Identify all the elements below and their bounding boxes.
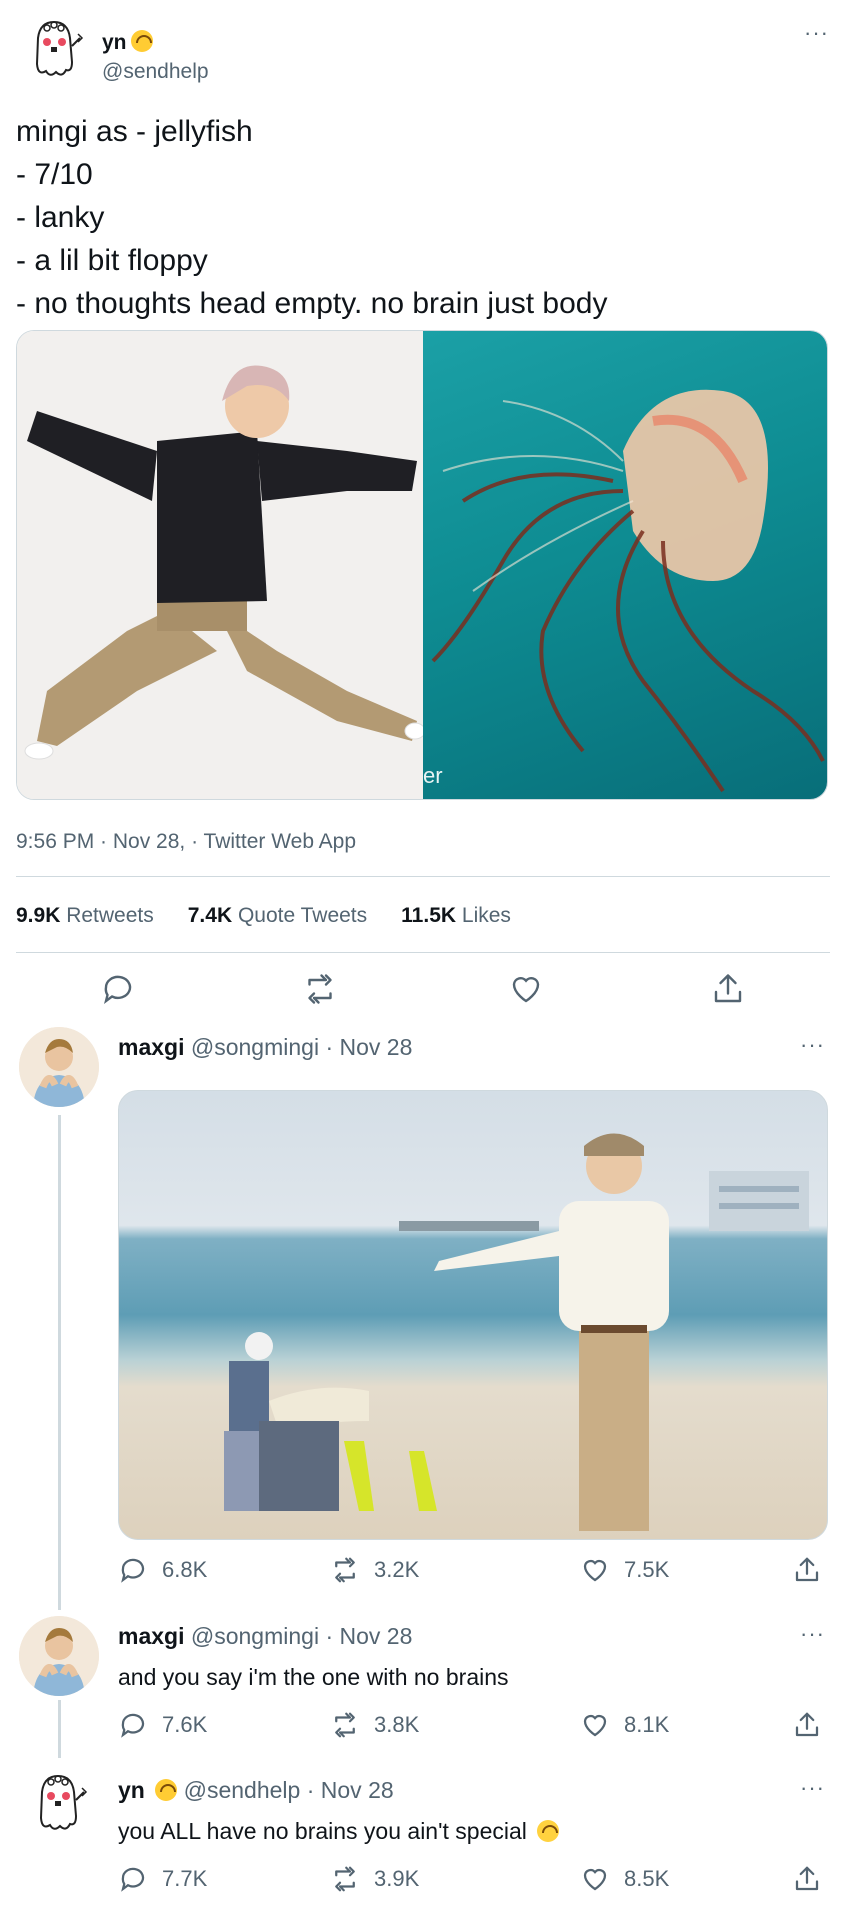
retweet-icon [330, 1555, 360, 1585]
reply-author-handle[interactable]: @songmingi [191, 1034, 319, 1060]
more-options-icon[interactable]: ··· [800, 1777, 825, 1799]
quote-tweets-count: 7.4K [187, 904, 233, 927]
tweet-stats: 9.9K Retweets 7.4K Quote Tweets 11.5K Li… [16, 904, 511, 928]
retweet-button[interactable]: 3.2K [330, 1555, 419, 1585]
reply-date[interactable]: · Nov 28 [325, 1034, 412, 1060]
beach-scene-illustration [224, 1133, 809, 1531]
author-handle[interactable]: @sendhelp [102, 60, 209, 84]
retweet-button[interactable]: 3.9K [330, 1864, 419, 1894]
retweets-stat[interactable]: 9.9K Retweets [16, 904, 154, 928]
divider [16, 952, 830, 953]
retweet-count: 3.9K [374, 1866, 420, 1891]
retweet-icon[interactable] [302, 971, 338, 1007]
ghost-avatar-icon [24, 1770, 90, 1836]
like-button[interactable]: 7.5K [580, 1555, 669, 1585]
like-count: 8.1K [624, 1712, 670, 1737]
reply-button[interactable]: 7.7K [118, 1864, 207, 1894]
share-icon [792, 1864, 822, 1894]
reply-count: 7.6K [162, 1712, 208, 1737]
upside-down-face-emoji-icon [130, 30, 153, 52]
reply-icon [118, 1710, 148, 1740]
tweet-media-grid[interactable]: er [16, 330, 828, 800]
author-name[interactable]: yn [102, 30, 153, 55]
reply-count: 6.8K [162, 1557, 208, 1582]
reply-text: you ALL have no brains you ain't special [118, 1818, 527, 1844]
reply-action-bar: 7.7K 3.9K 8.5K [118, 1864, 830, 1904]
like-count: 8.5K [624, 1866, 670, 1891]
likes-label: Likes [461, 904, 511, 927]
reply-text: and you say i'm the one with no brains [118, 1664, 509, 1690]
profile-photo-avatar-icon [19, 1616, 99, 1696]
retweet-icon [330, 1864, 360, 1894]
retweets-label: Retweets [66, 904, 154, 927]
ghost-avatar-icon [20, 16, 86, 82]
person-jumping-illustration [17, 331, 426, 799]
share-button[interactable] [792, 1555, 822, 1585]
like-button[interactable]: 8.5K [580, 1864, 669, 1894]
reply-avatar[interactable] [19, 1616, 99, 1696]
reply-author-name[interactable]: yn [118, 1777, 145, 1803]
reply-author-name[interactable]: maxgi [118, 1034, 184, 1060]
upside-down-face-emoji-icon [155, 1779, 178, 1801]
jellyfish-illustration [431, 389, 825, 793]
share-button[interactable] [792, 1864, 822, 1894]
retweets-count: 9.9K [16, 904, 61, 927]
share-button[interactable] [792, 1710, 822, 1740]
thread-connector-line [58, 1700, 61, 1758]
retweet-count: 3.8K [374, 1712, 420, 1737]
quote-tweets-label: Quote Tweets [237, 904, 368, 927]
share-icon [792, 1555, 822, 1585]
like-count: 7.5K [624, 1557, 670, 1582]
more-options-icon[interactable]: ··· [804, 22, 829, 44]
more-options-icon[interactable]: ··· [800, 1623, 825, 1645]
share-icon [792, 1710, 822, 1740]
reply-avatar[interactable] [24, 1770, 90, 1836]
retweet-button[interactable]: 3.8K [330, 1710, 419, 1740]
more-options-icon[interactable]: ··· [800, 1034, 825, 1056]
media-overlay-text: er [423, 763, 443, 788]
quote-tweets-stat[interactable]: 7.4K Quote Tweets [188, 904, 367, 928]
reply-header: yn @sendhelp · Nov 28 [118, 1777, 394, 1804]
reply-button[interactable]: 7.6K [118, 1710, 207, 1740]
like-button[interactable]: 8.1K [580, 1710, 669, 1740]
jellyfish-photo[interactable] [423, 331, 827, 799]
reply-button[interactable]: 6.8K [118, 1555, 207, 1585]
retweet-icon [330, 1710, 360, 1740]
share-icon[interactable] [710, 971, 746, 1007]
reply-icon [118, 1864, 148, 1894]
eye-roll-emoji-icon [537, 1820, 560, 1842]
reply-action-bar: 7.6K 3.8K 8.1K [118, 1710, 830, 1750]
reply-author-name[interactable]: maxgi [118, 1623, 184, 1649]
retweet-count: 3.2K [374, 1557, 420, 1582]
reply-header: maxgi @songmingi · Nov 28 [118, 1623, 412, 1650]
reply-header: maxgi @songmingi · Nov 28 [118, 1034, 412, 1061]
divider [16, 876, 830, 877]
likes-count: 11.5K [401, 904, 457, 927]
like-heart-icon [580, 1864, 610, 1894]
like-heart-icon[interactable] [508, 971, 544, 1007]
reply-author-handle[interactable]: @sendhelp [184, 1777, 301, 1803]
thread-connector-line [58, 1115, 61, 1610]
reply-action-bar: 6.8K 3.2K 7.5K [118, 1555, 830, 1595]
profile-photo-avatar-icon [19, 1027, 99, 1107]
person-jumping-photo[interactable] [17, 331, 426, 799]
author-name-text[interactable]: yn [102, 31, 127, 54]
reply-date[interactable]: · Nov 28 [307, 1777, 394, 1803]
reply-count: 7.7K [162, 1866, 208, 1891]
author-avatar[interactable] [20, 16, 86, 82]
like-heart-icon [580, 1710, 610, 1740]
reply-icon[interactable] [100, 971, 136, 1007]
tweet-thread: yn @sendhelp ··· mingi as - jellyfish - … [0, 0, 849, 1920]
tweet-timestamp[interactable]: 9:56 PM · Nov 28, · Twitter Web App [16, 830, 356, 854]
beach-photo[interactable] [118, 1090, 828, 1540]
reply-date[interactable]: · Nov 28 [325, 1623, 412, 1649]
reply-icon [118, 1555, 148, 1585]
tweet-text: mingi as - jellyfish - 7/10 - lanky - a … [16, 115, 608, 320]
likes-stat[interactable]: 11.5K Likes [401, 904, 511, 928]
reply-text-container: you ALL have no brains you ain't special [118, 1818, 560, 1845]
like-heart-icon [580, 1555, 610, 1585]
main-action-bar [16, 965, 830, 1013]
reply-author-handle[interactable]: @songmingi [191, 1623, 319, 1649]
reply-avatar[interactable] [19, 1027, 99, 1107]
